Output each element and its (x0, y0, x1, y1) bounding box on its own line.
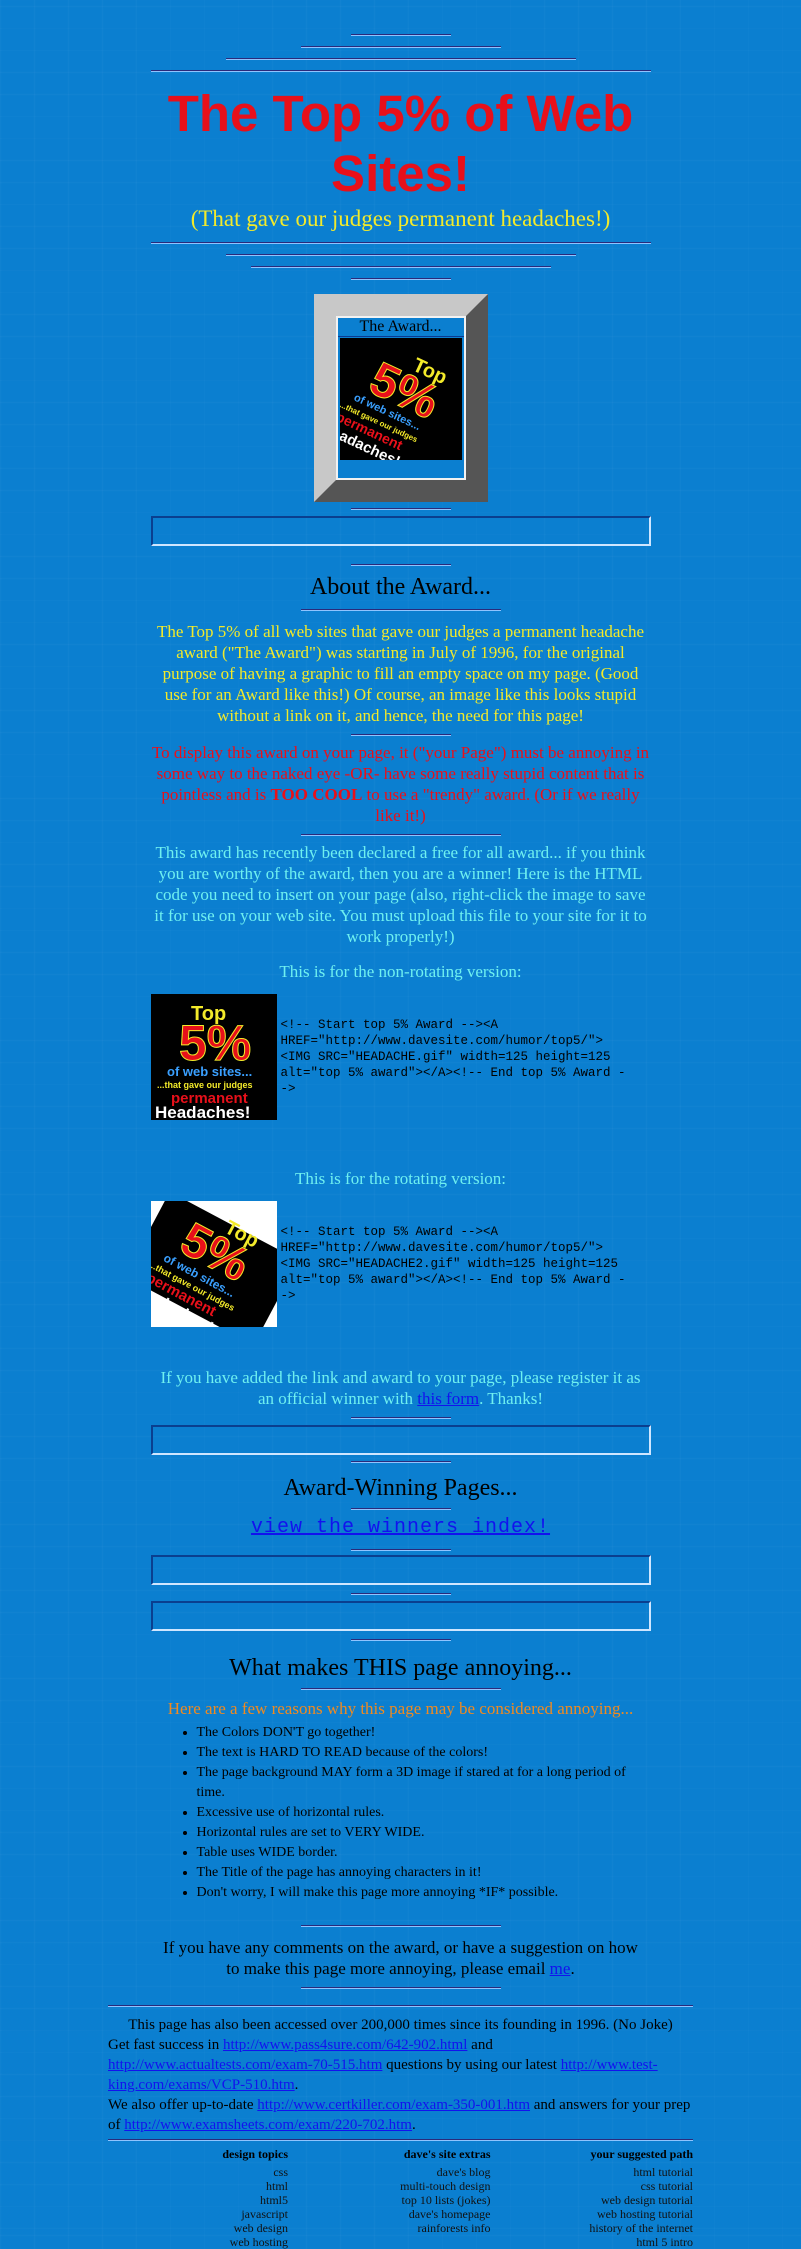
access-counter-text: This page has also been accessed over 20… (128, 2017, 673, 2033)
site-link-html-tutorial[interactable]: html tutorial (513, 2165, 693, 2179)
nonrotating-label: This is for the non-rotating version: (279, 962, 522, 981)
site-links-table: design topics css html html5 javascript … (108, 2147, 693, 2249)
horizontal-rule (350, 1639, 451, 1641)
register-form-link[interactable]: this form (417, 1389, 479, 1408)
empty-table-box (150, 1555, 651, 1585)
list-item: Horizontal rules are set to VERY WIDE. (197, 1823, 651, 1843)
about-paragraph-3: This award has recently been declared a … (154, 843, 647, 946)
award-image-rotating[interactable]: Top 5% of web sites... ...that gave our … (150, 1201, 277, 1327)
list-item: Excessive use of horizontal rules. (197, 1803, 651, 1823)
svg-text:...that gave our judges: ...that gave our judges (157, 1080, 253, 1090)
horizontal-rule (150, 70, 651, 72)
award-frame: The Award... Top 5% of web sites... ...t… (313, 294, 488, 502)
page-title: The Top 5% of Web Sites! (167, 85, 634, 202)
horizontal-rule (350, 564, 451, 566)
svg-text:of web sites...: of web sites... (167, 1064, 252, 1079)
site-link-css-tutorial[interactable]: css tutorial (513, 2179, 693, 2193)
reasons-list: The Colors DON'T go together! The text i… (151, 1723, 651, 1903)
about-paragraph-2: To display this award on your page, it (… (151, 743, 650, 825)
award-rotating-graphic: Top 5% of web sites... ...that gave our … (150, 1201, 277, 1327)
site-link-css[interactable]: css (108, 2165, 288, 2179)
award-badge-graphic: Top 5% of web sites... ...that gave our … (339, 338, 462, 460)
horizontal-rule (300, 1925, 501, 1927)
svg-text:5%: 5% (179, 1015, 251, 1071)
annoying-intro: Here are a few reasons why this page may… (167, 1699, 634, 1718)
empty-table-box (150, 1425, 651, 1455)
site-link-web-design[interactable]: web design (108, 2221, 288, 2235)
horizontal-rule (300, 609, 501, 611)
rotating-html-code[interactable]: <!-- Start top 5% Award --><A HREF="http… (281, 1224, 631, 1304)
svg-text:Headaches!: Headaches! (155, 1103, 250, 1120)
site-link-multi-touch[interactable]: multi-touch design (311, 2179, 490, 2193)
horizontal-rule (108, 2005, 693, 2007)
list-item: The page background MAY form a 3D image … (197, 1763, 651, 1803)
comments-paragraph: If you have any comments on the award, o… (163, 1938, 638, 1978)
email-me-link[interactable]: me (550, 1959, 571, 1978)
footer-link[interactable]: http://www.certkiller.com/exam-350-001.h… (257, 2097, 530, 2113)
site-link-web-hosting[interactable]: web hosting (108, 2235, 288, 2249)
footer-line-1: Get fast success in http://www.pass4sure… (108, 2037, 658, 2093)
horizontal-rule (300, 834, 501, 836)
award-badge-image: Top 5% of web sites... ...that gave our … (339, 338, 462, 460)
design-topics-column: design topics css html html5 javascript … (108, 2147, 288, 2249)
column-heading: dave's site extras (403, 2147, 491, 2161)
horizontal-rule (350, 1461, 451, 1463)
register-paragraph: If you have added the link and award to … (160, 1368, 641, 1408)
list-item: Table uses WIDE border. (197, 1843, 651, 1863)
site-link-web-hosting-tutorial[interactable]: web hosting tutorial (513, 2207, 693, 2221)
horizontal-rule (108, 2139, 693, 2141)
suggested-path-column: your suggested path html tutorial css tu… (513, 2147, 693, 2249)
nonrotating-html-code[interactable]: <!-- Start top 5% Award --><A HREF="http… (281, 1017, 631, 1097)
horizontal-rule (350, 1508, 451, 1510)
annoying-heading: What makes THIS page annoying... (229, 1655, 572, 1681)
award-image-nonrotating[interactable]: Top 5% of web sites... ...that gave our … (150, 994, 277, 1120)
site-link-web-design-tutorial[interactable]: web design tutorial (513, 2193, 693, 2207)
winners-index-link[interactable]: view the winners index! (251, 1516, 550, 1539)
site-link-rainforests[interactable]: rainforests info (311, 2221, 491, 2235)
column-heading: your suggested path (590, 2147, 693, 2161)
footer-link[interactable]: http://www.pass4sure.com/642-902.html (223, 2037, 467, 2053)
horizontal-rule (350, 734, 451, 736)
page-subtitle: (That gave our judges permanent headache… (190, 206, 611, 231)
site-link-internet-history[interactable]: history of the internet (513, 2221, 693, 2235)
empty-table-box (150, 1601, 651, 1631)
rotating-label: This is for the rotating version: (294, 1169, 507, 1188)
list-item: The Title of the page has annoying chara… (197, 1863, 651, 1883)
award-box: The Award... Top 5% of web sites... ...t… (335, 316, 466, 480)
site-link-html5[interactable]: html5 (108, 2193, 288, 2207)
list-item: The text is HARD TO READ because of the … (197, 1743, 651, 1763)
site-link-top-10[interactable]: top 10 lists (jokes) (311, 2193, 491, 2207)
footer: This page has also been accessed over 20… (108, 2015, 693, 2135)
list-item: Don't worry, I will make this page more … (197, 1883, 651, 1903)
award-nonrotating-graphic: Top 5% of web sites... ...that gave our … (150, 994, 277, 1120)
footer-line-2: We also offer up-to-date http://www.cert… (108, 2097, 691, 2133)
site-link-blog[interactable]: dave's blog (311, 2165, 491, 2179)
site-link-html5-intro[interactable]: html 5 intro (513, 2235, 693, 2249)
column-heading: design topics (222, 2147, 288, 2161)
site-link-javascript[interactable]: javascript (108, 2207, 288, 2221)
about-heading: About the Award... (309, 574, 492, 600)
footer-link[interactable]: http://www.actualtests.com/exam-70-515.h… (108, 2057, 382, 2073)
horizontal-rule (300, 1688, 501, 1690)
rotating-code-row: Top 5% of web sites... ...that gave our … (150, 1201, 651, 1327)
empty-table-box (150, 516, 651, 546)
footer-link[interactable]: http://www.examsheets.com/exam/220-702.h… (124, 2117, 412, 2133)
nonrotating-code-row: Top 5% of web sites... ...that gave our … (150, 994, 651, 1120)
winners-heading: Award-Winning Pages... (283, 1475, 518, 1501)
site-extras-column: dave's site extras dave's blog multi-tou… (311, 2147, 491, 2249)
site-link-homepage[interactable]: dave's homepage (311, 2207, 491, 2221)
award-caption: The Award... (337, 318, 464, 337)
list-item: The Colors DON'T go together! (197, 1723, 651, 1743)
about-paragraph-1: The Top 5% of all web sites that gave ou… (156, 622, 645, 725)
site-link-html[interactable]: html (108, 2179, 288, 2193)
